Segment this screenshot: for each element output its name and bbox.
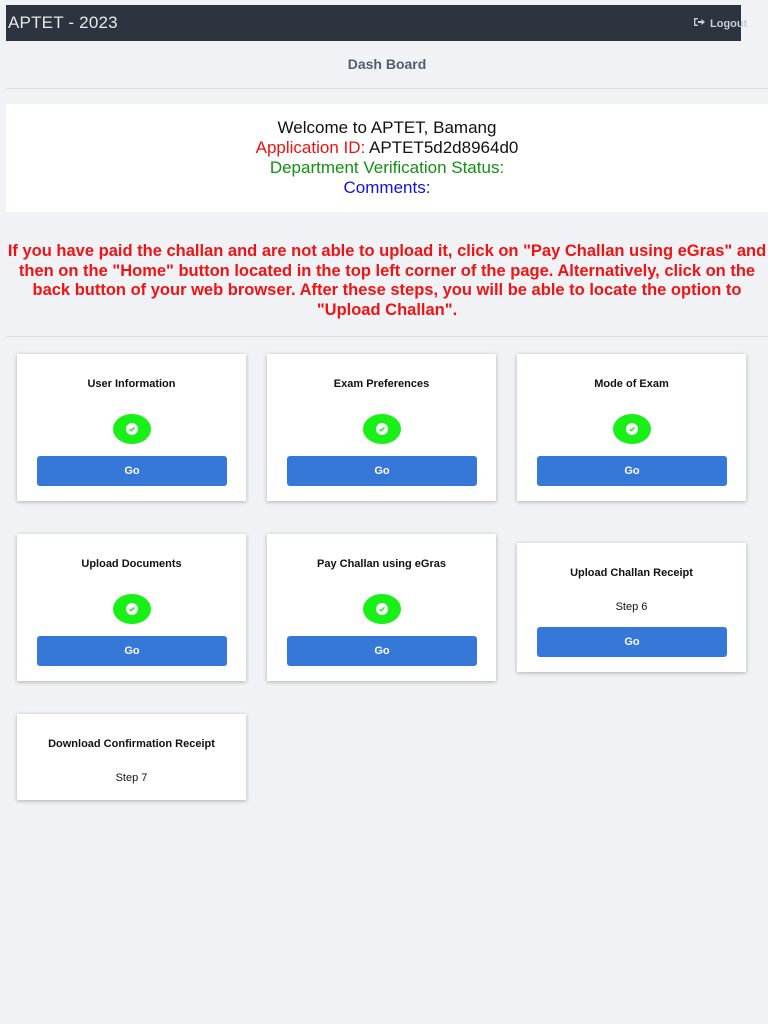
card-title: Upload Challan Receipt [570, 567, 693, 579]
application-id-value: APTET5d2d8964d0 [369, 138, 519, 157]
go-button[interactable]: Go [287, 636, 477, 666]
card-title: Upload Documents [81, 558, 182, 570]
application-id-label: Application ID: [255, 138, 366, 157]
check-circle-icon [112, 414, 151, 444]
page-title: Dash Board [347, 56, 427, 72]
welcome-panel: Welcome to APTET, Bamang Application ID:… [6, 104, 768, 212]
card-upload-documents: Upload Documents Go [17, 534, 246, 681]
comments-label: Comments: [343, 178, 431, 197]
step-label: Step 6 [615, 601, 648, 613]
logout-button[interactable]: Logout [693, 17, 747, 30]
card-title: Mode of Exam [594, 378, 669, 390]
go-button[interactable]: Go [37, 456, 227, 486]
check-circle-icon [612, 414, 651, 444]
logout-label: Logout [710, 17, 748, 30]
card-download-confirmation: Download Confirmation Receipt Step 7 [17, 714, 246, 800]
card-title: Exam Preferences [333, 378, 430, 390]
card-title: Pay Challan using eGras [317, 558, 446, 570]
step-label: Step 7 [115, 772, 148, 784]
card-user-information: User Information Go [17, 354, 246, 501]
top-navbar: APTET - 2023 [6, 5, 741, 41]
go-button[interactable]: Go [537, 627, 727, 657]
sign-out-icon [693, 17, 705, 30]
check-circle-icon [362, 414, 401, 444]
go-button[interactable]: Go [537, 456, 727, 486]
divider [6, 88, 768, 89]
app-title: APTET - 2023 [8, 13, 118, 32]
card-exam-preferences: Exam Preferences Go [267, 354, 496, 501]
card-pay-challan: Pay Challan using eGras Go [267, 534, 496, 681]
application-id-line: Application ID: APTET5d2d8964d0 [6, 138, 768, 158]
check-circle-icon [362, 594, 401, 624]
go-button[interactable]: Go [287, 456, 477, 486]
card-mode-of-exam: Mode of Exam Go [517, 354, 746, 501]
department-status-label: Department Verification Status: [269, 158, 505, 177]
go-button[interactable]: Go [37, 636, 227, 666]
card-upload-challan-receipt: Upload Challan Receipt Step 6 Go [517, 543, 746, 672]
card-title: Download Confirmation Receipt [48, 738, 215, 750]
divider [6, 336, 768, 337]
check-circle-icon [112, 594, 151, 624]
welcome-greeting: Welcome to APTET, Bamang [277, 118, 497, 137]
challan-notice: If you have paid the challan and are not… [7, 242, 767, 319]
card-title: User Information [87, 378, 176, 390]
